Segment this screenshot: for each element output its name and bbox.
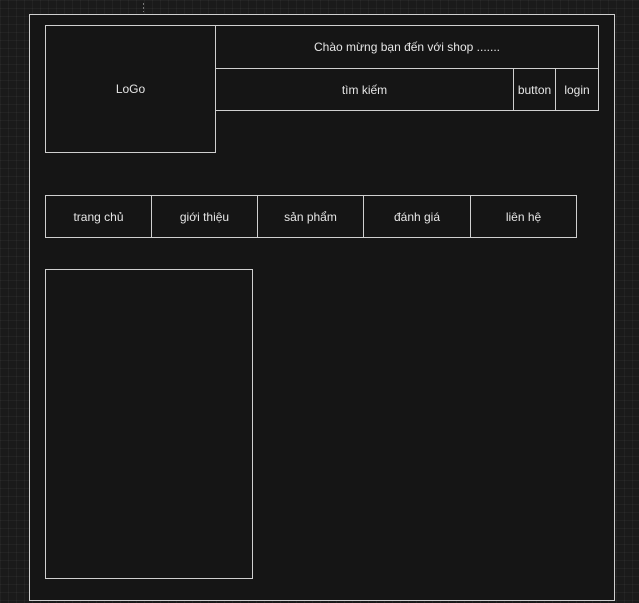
nav-item-label: trang chủ (73, 209, 124, 224)
nav-item-danh-gia[interactable]: đánh giá (363, 195, 471, 238)
guide-mark (143, 3, 144, 12)
nav-item-label: liên hệ (505, 209, 542, 224)
login-button-label: login (564, 82, 590, 97)
nav-item-label: đánh giá (393, 209, 441, 224)
logo-label: LoGo (115, 82, 146, 96)
search-box[interactable]: tìm kiếm (215, 68, 514, 111)
nav-item-san-pham[interactable]: sản phẩm (257, 195, 364, 238)
nav-item-label: sản phẩm (284, 209, 337, 224)
logo-box: LoGo (45, 25, 216, 153)
nav-item-gioi-thieu[interactable]: giới thiệu (151, 195, 258, 238)
action-button-label: button (517, 82, 552, 97)
action-button[interactable]: button (513, 68, 556, 111)
welcome-banner: Chào mừng bạn đến với shop ....... (215, 25, 599, 69)
login-button[interactable]: login (555, 68, 599, 111)
nav-item-label: giới thiệu (179, 209, 230, 224)
welcome-text: Chào mừng bạn đến với shop ....... (313, 40, 500, 54)
content-panel (45, 269, 253, 579)
nav-item-trang-chu[interactable]: trang chủ (45, 195, 152, 238)
search-label: tìm kiếm (341, 82, 388, 97)
nav-item-lien-he[interactable]: liên hệ (470, 195, 577, 238)
